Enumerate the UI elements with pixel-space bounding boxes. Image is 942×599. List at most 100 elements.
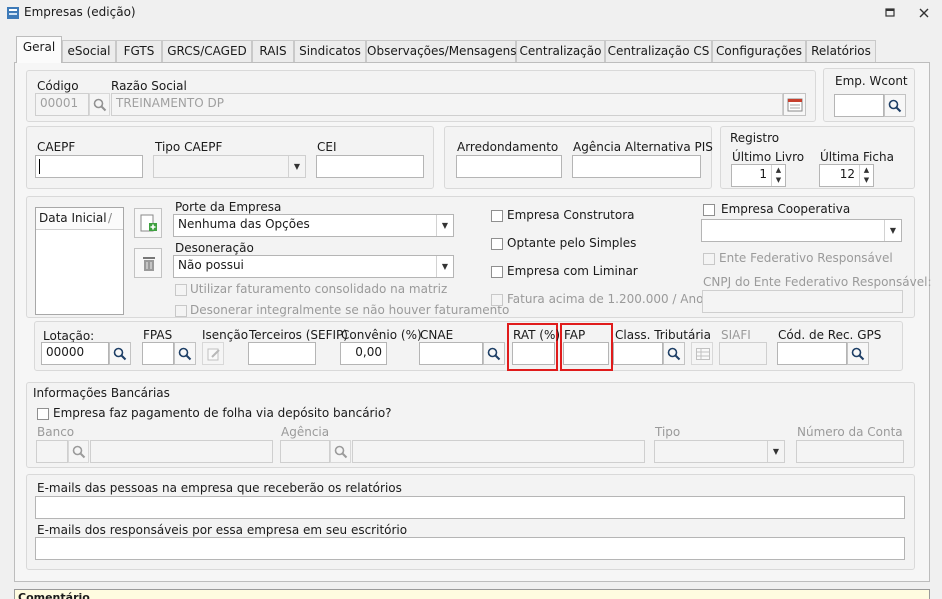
- tab-esocial[interactable]: eSocial: [62, 40, 116, 62]
- agencia-field[interactable]: [280, 440, 330, 463]
- search-icon: [487, 347, 501, 364]
- codigo-search-button[interactable]: [89, 93, 110, 116]
- banco-name-field[interactable]: [90, 440, 273, 463]
- chevron-down-icon: ▼: [288, 156, 305, 177]
- restore-icon[interactable]: [884, 7, 896, 19]
- conta-field[interactable]: [796, 440, 904, 463]
- liminar-checkbox[interactable]: [491, 266, 503, 278]
- cooperativa-checkbox[interactable]: [703, 204, 715, 216]
- siafi-field[interactable]: [719, 342, 767, 365]
- class-trib-field[interactable]: [613, 342, 663, 365]
- desoneracao-select[interactable]: Não possui ▼: [173, 255, 454, 278]
- tab-sindicatos[interactable]: Sindicatos: [294, 40, 366, 62]
- terceiros-field[interactable]: [248, 342, 316, 365]
- ultima-ficha-spinner[interactable]: 12 ▲ ▼: [819, 164, 874, 187]
- cod-rec-gps-field[interactable]: [777, 342, 847, 365]
- tab-observacoes[interactable]: Observações/Mensagens: [366, 40, 517, 62]
- emails-empresa-field[interactable]: [35, 496, 905, 519]
- edit-icon: [207, 347, 221, 364]
- porte-select[interactable]: Nenhuma das Opções ▼: [173, 214, 454, 237]
- tab-geral[interactable]: Geral: [16, 36, 62, 63]
- tab-configuracoes[interactable]: Configurações: [712, 40, 806, 62]
- ultimo-livro-spinner[interactable]: 1 ▲ ▼: [731, 164, 786, 187]
- emails-empresa-label: E-mails das pessoas na empresa que receb…: [37, 481, 402, 495]
- arredondamento-field[interactable]: [456, 155, 562, 178]
- registro-title: Registro: [730, 131, 780, 145]
- fpas-field[interactable]: [142, 342, 174, 365]
- search-icon: [334, 445, 348, 462]
- tab-grcs-caged[interactable]: GRCS/CAGED: [162, 40, 252, 62]
- delete-row-button[interactable]: [134, 248, 162, 278]
- tab-centralizacao-cs[interactable]: Centralização CS: [605, 40, 712, 62]
- chevron-down-icon: ▼: [436, 215, 453, 236]
- convenio-field[interactable]: 0,00: [340, 342, 387, 365]
- construtora-checkbox[interactable]: [491, 210, 503, 222]
- window-title: Empresas (edição): [24, 5, 136, 19]
- tab-label: Observações/Mensagens: [367, 44, 517, 58]
- fpas-search-button[interactable]: [174, 342, 196, 365]
- tab-fgts[interactable]: FGTS: [116, 40, 162, 62]
- add-row-button[interactable]: [134, 208, 162, 238]
- codigo-field[interactable]: 00001: [35, 93, 89, 116]
- data-inicial-list[interactable]: Data Inicial /: [35, 207, 124, 315]
- cod-rec-gps-label: Cód. de Rec. GPS: [778, 328, 882, 342]
- app-icon: [6, 6, 20, 20]
- util-fat-checkbox[interactable]: [175, 284, 187, 296]
- razao-label: Razão Social: [111, 79, 187, 93]
- rat-label: RAT (%): [513, 328, 561, 342]
- caepf-field[interactable]: [35, 155, 143, 178]
- lotacao-field[interactable]: 00000: [41, 342, 109, 365]
- lotacao-search-button[interactable]: [109, 342, 131, 365]
- agencia-pis-field[interactable]: [572, 155, 701, 178]
- tab-rais[interactable]: RAIS: [252, 40, 294, 62]
- simples-checkbox[interactable]: [491, 238, 503, 250]
- isencao-button[interactable]: [202, 342, 224, 365]
- cnae-field[interactable]: [419, 342, 483, 365]
- ente-fed-checkbox[interactable]: [703, 253, 715, 265]
- cooperativa-select[interactable]: ▼: [701, 219, 902, 242]
- rat-field[interactable]: [512, 342, 555, 365]
- emp-wcont-search-button[interactable]: [884, 94, 906, 117]
- grid-icon: [696, 348, 710, 363]
- convenio-label: Convênio (%): [341, 328, 422, 342]
- comentario-panel[interactable]: Comentário: [14, 589, 930, 599]
- tab-centralizacao[interactable]: Centralização: [516, 40, 605, 62]
- class-trib-search-button[interactable]: [663, 342, 685, 365]
- class-trib-grid-button[interactable]: [691, 342, 713, 365]
- agencia-name-field[interactable]: [352, 440, 645, 463]
- tipo-select[interactable]: ▼: [654, 440, 785, 463]
- razao-calendar-button[interactable]: [783, 93, 806, 116]
- cnae-search-button[interactable]: [483, 342, 505, 365]
- spin-arrows-icon[interactable]: ▲ ▼: [859, 165, 873, 186]
- cod-rec-gps-search-button[interactable]: [847, 342, 869, 365]
- cei-field[interactable]: [316, 155, 424, 178]
- codigo-label: Código: [37, 79, 79, 93]
- fatura-checkbox[interactable]: [491, 294, 503, 306]
- emails-resp-field[interactable]: [35, 537, 905, 560]
- emp-wcont-field[interactable]: [834, 94, 884, 117]
- close-icon[interactable]: [918, 7, 930, 19]
- deposito-checkbox[interactable]: [37, 408, 49, 420]
- agencia-search-button[interactable]: [330, 440, 351, 463]
- ultimo-livro-label: Último Livro: [732, 150, 805, 164]
- razao-social-field[interactable]: TREINAMENTO DP: [111, 93, 783, 116]
- tab-relatorios[interactable]: Relatórios: [806, 40, 876, 62]
- tipo-caepf-select[interactable]: ▼: [153, 155, 306, 178]
- trash-icon: [141, 255, 157, 276]
- data-inicial-header[interactable]: Data Inicial /: [36, 208, 123, 230]
- banco-label: Banco: [37, 425, 75, 439]
- tab-label: RAIS: [259, 44, 287, 58]
- banco-field[interactable]: [36, 440, 68, 463]
- deson-integral-label: Desonerar integralmente se não houver fa…: [190, 303, 510, 317]
- tab-label: eSocial: [67, 44, 111, 58]
- cooperativa-label: Empresa Cooperativa: [721, 202, 851, 216]
- cnpj-ente-field[interactable]: [702, 290, 903, 313]
- text-cursor: [39, 159, 40, 174]
- banco-search-button[interactable]: [68, 440, 89, 463]
- fap-field[interactable]: [563, 342, 609, 365]
- arredondamento-label: Arredondamento: [457, 140, 559, 154]
- spin-arrows-icon[interactable]: ▲ ▼: [771, 165, 785, 186]
- deson-integral-checkbox[interactable]: [175, 305, 187, 317]
- tab-label: Centralização CS: [607, 44, 710, 58]
- tipo-caepf-label: Tipo CAEPF: [155, 140, 223, 154]
